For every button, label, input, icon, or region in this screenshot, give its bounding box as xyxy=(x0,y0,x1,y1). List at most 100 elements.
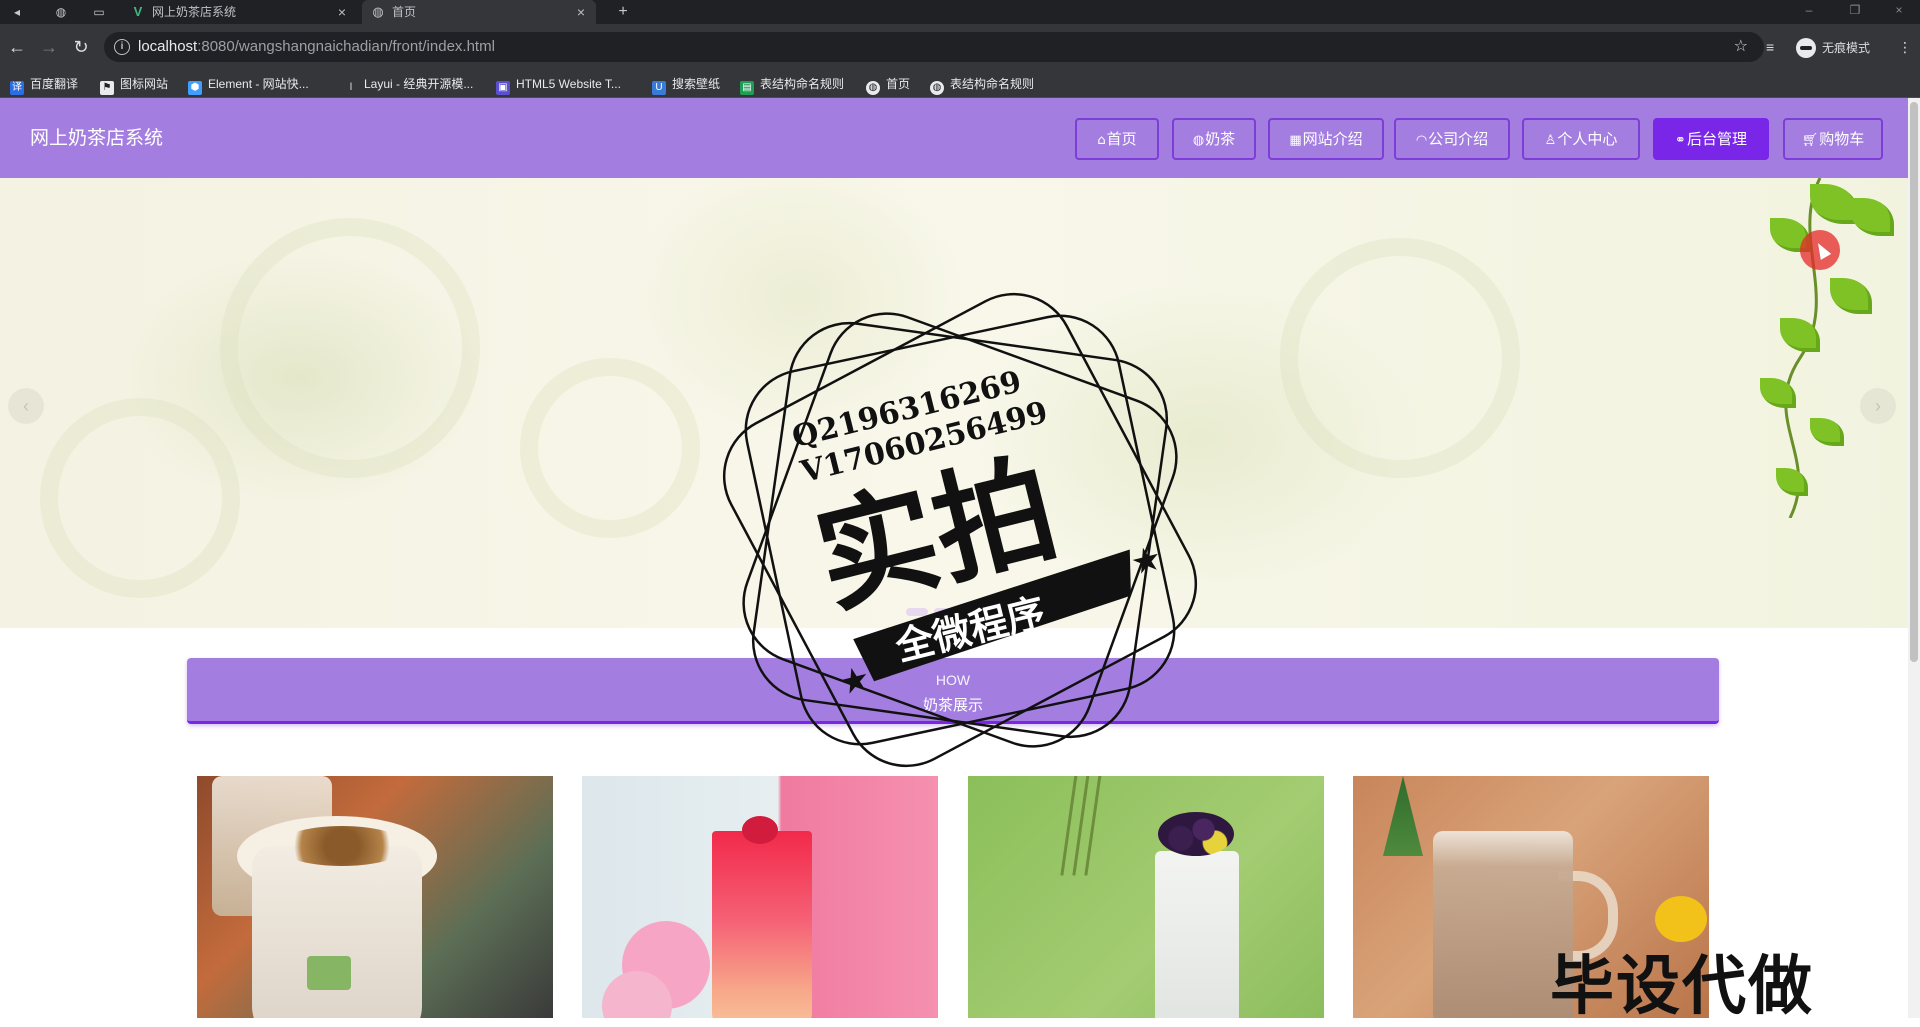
product-image-detail xyxy=(1158,812,1234,856)
nav-label: 首页 xyxy=(1106,130,1137,148)
star-icon: ★ xyxy=(1127,539,1166,583)
translate-icon: 译 xyxy=(10,81,24,95)
product-image-detail xyxy=(277,826,407,866)
reading-list-icon[interactable]: ≡ xyxy=(1766,36,1774,58)
browser-toolbar: ← → ↻ i localhost:8080/wangshangnaichadi… xyxy=(0,24,1920,70)
bookmark-item[interactable]: ▤ 表结构命名规则 xyxy=(740,75,844,95)
forward-icon[interactable]: → xyxy=(38,36,60,58)
bookmark-item[interactable]: U 搜索壁纸 xyxy=(652,75,721,95)
incognito-label: 无痕模式 xyxy=(1822,41,1871,55)
bookmark-item[interactable]: 译百度翻译 xyxy=(10,75,79,95)
element-icon: ⬢ xyxy=(188,81,202,95)
tab-home[interactable]: ◍ 首页 × xyxy=(362,0,596,24)
mouse-cursor xyxy=(1800,230,1840,270)
globe-icon: ◍ xyxy=(930,81,944,95)
product-card[interactable] xyxy=(968,776,1324,1018)
flag-icon: ⚑ xyxy=(100,81,114,95)
carousel-next-button[interactable]: › xyxy=(1860,388,1896,424)
bookmark-label: Element - 网站快... xyxy=(208,77,309,91)
bookmark-label: HTML5 Website T... xyxy=(516,77,621,91)
bookmark-label: Layui - 经典开源模... xyxy=(364,77,474,91)
vine-decoration xyxy=(1700,178,1908,519)
bookmark-item[interactable]: ⚑ 图标网站 xyxy=(100,75,168,95)
banner-ornament xyxy=(1280,238,1520,478)
nav-home[interactable]: ⌂首页 xyxy=(1075,118,1159,160)
browser-tab-strip: ◂ ◍ ▭ V 网上奶茶店系统 × ◍ 首页 × + – ❐ × xyxy=(0,0,1920,24)
incognito-indicator[interactable]: 无痕模式 xyxy=(1796,36,1871,59)
nav-personal-center[interactable]: ♙个人中心 xyxy=(1522,118,1640,160)
carousel-prev-button[interactable]: ‹ xyxy=(8,388,44,424)
tab-milk-tea-system[interactable]: V 网上奶茶店系统 × xyxy=(130,0,355,24)
globe-icon: ◍ xyxy=(372,4,384,19)
nav-admin[interactable]: ⚭后台管理 xyxy=(1653,118,1769,160)
nav-label: 公司介绍 xyxy=(1428,130,1489,148)
bookmark-label: 首页 xyxy=(886,77,911,91)
cart-icon: 🛒︎ xyxy=(1801,133,1819,148)
bookmark-item[interactable]: ▣ HTML5 Website T... xyxy=(496,75,621,95)
nav-label: 后台管理 xyxy=(1686,130,1747,148)
page-scrollbar[interactable] xyxy=(1908,98,1920,1018)
product-image-detail xyxy=(712,831,812,1018)
bookmark-label: 百度翻译 xyxy=(30,77,79,91)
close-icon[interactable]: × xyxy=(574,0,588,24)
bookmark-item[interactable]: ◍ 表结构命名规则 xyxy=(930,75,1034,95)
bookmarks-bar: 译百度翻译 ⚑ 图标网站 ⬢ Element - 网站快... l Layui - 经… xyxy=(0,70,1920,98)
product-image-detail xyxy=(1155,851,1239,1018)
nav-label: 个人中心 xyxy=(1557,130,1618,148)
nav-site-intro[interactable]: ▦网站介绍 xyxy=(1268,118,1384,160)
nav-milk-tea[interactable]: ◍奶茶 xyxy=(1172,118,1256,160)
html5-icon: ▣ xyxy=(496,81,510,95)
product-image-detail xyxy=(742,816,778,844)
company-icon: ◠ xyxy=(1415,133,1428,148)
sheet-icon: ▤ xyxy=(740,81,754,95)
site-header: 网上奶茶店系统 ⌂首页 ◍奶茶 ▦网站介绍 ◠公司介绍 ♙个人中心 ⚭后台管理 … xyxy=(0,98,1908,178)
vue-icon: V xyxy=(133,4,143,19)
link-icon: ⚭ xyxy=(1675,133,1686,148)
menu-icon[interactable]: ⋮ xyxy=(1898,36,1912,58)
bookmark-item[interactable]: l Layui - 经典开源模... xyxy=(344,75,474,95)
user-icon: ♙ xyxy=(1544,133,1557,148)
back-icon[interactable]: ← xyxy=(6,36,28,58)
nav-cart[interactable]: 🛒︎购物车 xyxy=(1783,118,1883,160)
banner-ornament xyxy=(220,218,480,478)
product-card[interactable] xyxy=(197,776,553,1018)
incognito-icon xyxy=(1796,38,1816,59)
globe-icon: ◍ xyxy=(866,81,880,95)
info-icon: ▦ xyxy=(1289,133,1302,148)
watermark-stamp: Q2196316269 V17060256499 实拍 全微程序 ★ ★ xyxy=(722,292,1198,768)
bookmark-item[interactable]: ⬢ Element - 网站快... xyxy=(188,75,309,95)
tab-search-icon[interactable]: ▭ xyxy=(90,3,108,21)
url-host: localhost xyxy=(138,38,198,55)
product-image-detail xyxy=(1383,776,1423,856)
nav-label: 网站介绍 xyxy=(1302,130,1363,148)
banner-ornament xyxy=(520,358,700,538)
banner-ornament xyxy=(40,398,240,598)
info-icon[interactable]: i xyxy=(114,39,130,55)
bookmark-label: 搜索壁纸 xyxy=(672,77,721,91)
nav-company-intro[interactable]: ◠公司介绍 xyxy=(1394,118,1510,160)
bookmark-item[interactable]: ◍ 首页 xyxy=(866,75,911,95)
tab-title: 首页 xyxy=(392,5,417,19)
product-card[interactable] xyxy=(582,776,938,1018)
home-icon: ⌂ xyxy=(1097,133,1106,148)
speaker-icon[interactable]: ◂ xyxy=(8,3,26,21)
minimize-button[interactable]: – xyxy=(1786,0,1832,24)
product-image-detail xyxy=(307,956,351,990)
nav-label: 购物车 xyxy=(1819,130,1865,148)
close-icon[interactable]: × xyxy=(335,0,349,24)
product-image-detail xyxy=(252,846,422,1018)
site-title[interactable]: 网上奶茶店系统 xyxy=(30,98,163,178)
watermark-corner: 毕设代做 xyxy=(1550,950,1814,1024)
reload-icon[interactable]: ↻ xyxy=(70,36,92,58)
globe-icon[interactable]: ◍ xyxy=(52,3,70,21)
tab-title: 网上奶茶店系统 xyxy=(152,5,237,19)
scrollbar-thumb[interactable] xyxy=(1910,102,1918,662)
url-path: :8080/wangshangnaichadian/front/index.ht… xyxy=(197,38,495,55)
restore-button[interactable]: ❐ xyxy=(1832,0,1878,24)
new-tab-button[interactable]: + xyxy=(614,3,632,21)
address-bar[interactable]: i localhost:8080/wangshangnaichadian/fro… xyxy=(104,32,1764,62)
bookmark-star-icon[interactable]: ☆ xyxy=(1734,32,1748,62)
url-text[interactable]: localhost:8080/wangshangnaichadian/front… xyxy=(138,32,495,62)
close-window-button[interactable]: × xyxy=(1876,0,1920,24)
nav-label: 奶茶 xyxy=(1205,130,1236,148)
